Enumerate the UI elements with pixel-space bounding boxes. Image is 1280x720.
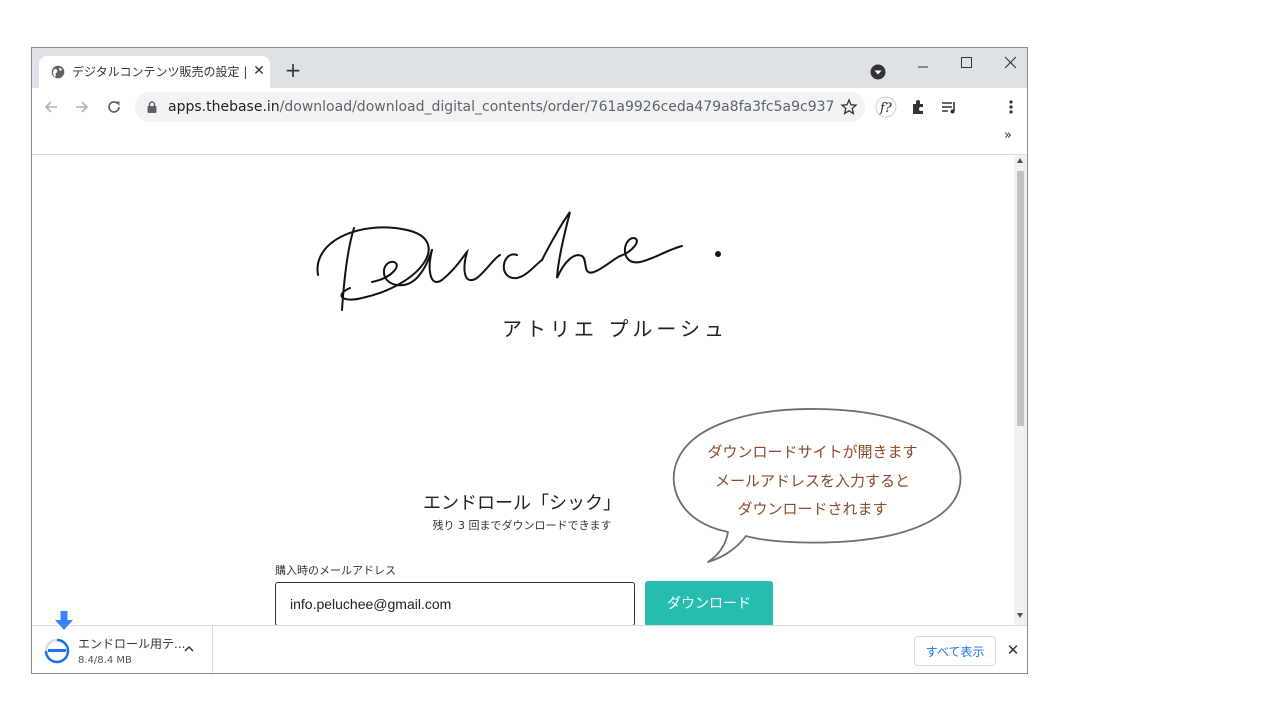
minimize-icon[interactable] bbox=[908, 54, 938, 74]
browser-toolbar: apps.thebase.in/download/download_digita… bbox=[32, 88, 1027, 126]
scroll-down-arrow-icon[interactable] bbox=[1017, 613, 1023, 618]
browser-tab[interactable]: デジタルコンテンツ販売の設定 | BASE ✕ bbox=[39, 56, 270, 88]
tab-strip: デジタルコンテンツ販売の設定 | BASE ✕ + bbox=[32, 48, 1027, 88]
new-tab-button[interactable]: + bbox=[283, 60, 303, 80]
download-arrow-icon bbox=[55, 611, 73, 630]
close-window-icon[interactable] bbox=[995, 54, 1025, 74]
reload-icon[interactable] bbox=[104, 97, 124, 117]
chevron-up-icon[interactable] bbox=[182, 642, 196, 656]
menu-kebab-icon[interactable] bbox=[1000, 96, 1022, 118]
lock-icon bbox=[147, 101, 157, 113]
media-queue-icon[interactable] bbox=[938, 96, 960, 118]
maximize-icon[interactable] bbox=[951, 54, 981, 74]
browser-window: デジタルコンテンツ販売の設定 | BASE ✕ + bbox=[31, 47, 1028, 674]
tab-title: デジタルコンテンツ販売の設定 | BASE bbox=[72, 65, 247, 79]
download-progress-icon bbox=[44, 638, 70, 664]
product-title: エンドロール「シック」 bbox=[423, 493, 621, 514]
bookmarks-overflow-button[interactable]: » bbox=[1004, 128, 1012, 143]
scrollbar-thumb[interactable] bbox=[1017, 171, 1024, 426]
download-shelf: エンドロール用テ... 8.4/8.4 MB すべて表示 ✕ bbox=[32, 625, 1027, 673]
bookmark-star-icon[interactable] bbox=[840, 98, 858, 116]
back-icon[interactable] bbox=[41, 97, 61, 117]
download-file-size: 8.4/8.4 MB bbox=[78, 655, 132, 666]
callout-line-1: ダウンロードサイトが開きます bbox=[707, 443, 918, 461]
bookmarks-bar: » bbox=[32, 126, 1027, 155]
remaining-downloads-text: 残り 3 回までダウンロードできます bbox=[432, 519, 612, 532]
globe-icon bbox=[51, 65, 65, 79]
download-button[interactable]: ダウンロード bbox=[645, 581, 773, 625]
forward-icon[interactable] bbox=[72, 97, 92, 117]
close-download-shelf-button[interactable]: ✕ bbox=[1005, 642, 1021, 658]
callout-text: ダウンロードサイトが開きます メールアドレスを入力すると ダウンロードされます bbox=[685, 438, 940, 524]
f-extension-icon[interactable]: f? bbox=[875, 96, 897, 118]
url-text: apps.thebase.in/download/download_digita… bbox=[168, 99, 834, 115]
callout-line-2: メールアドレスを入力すると bbox=[714, 471, 910, 490]
show-all-downloads-button[interactable]: すべて表示 bbox=[914, 636, 996, 666]
tab-search-icon[interactable] bbox=[870, 64, 886, 80]
download-file-name: エンドロール用テ... bbox=[78, 637, 186, 651]
address-bar[interactable]: apps.thebase.in/download/download_digita… bbox=[135, 92, 865, 122]
callout-line-3: ダウンロードされます bbox=[737, 500, 888, 518]
email-field-label: 購入時のメールアドレス bbox=[275, 564, 396, 577]
logo-subtitle: アトリエ プルーシュ bbox=[502, 317, 728, 341]
svg-text:f?: f? bbox=[879, 101, 893, 116]
email-field[interactable] bbox=[275, 582, 635, 625]
tab-close-button[interactable]: ✕ bbox=[251, 63, 267, 79]
page-scrollbar[interactable] bbox=[1014, 155, 1027, 625]
scroll-up-arrow-icon[interactable] bbox=[1017, 158, 1023, 163]
url-path: /download/download_digital_contents/orde… bbox=[279, 99, 835, 115]
url-host: apps.thebase.in bbox=[168, 99, 280, 115]
extensions-puzzle-icon[interactable] bbox=[908, 96, 930, 118]
